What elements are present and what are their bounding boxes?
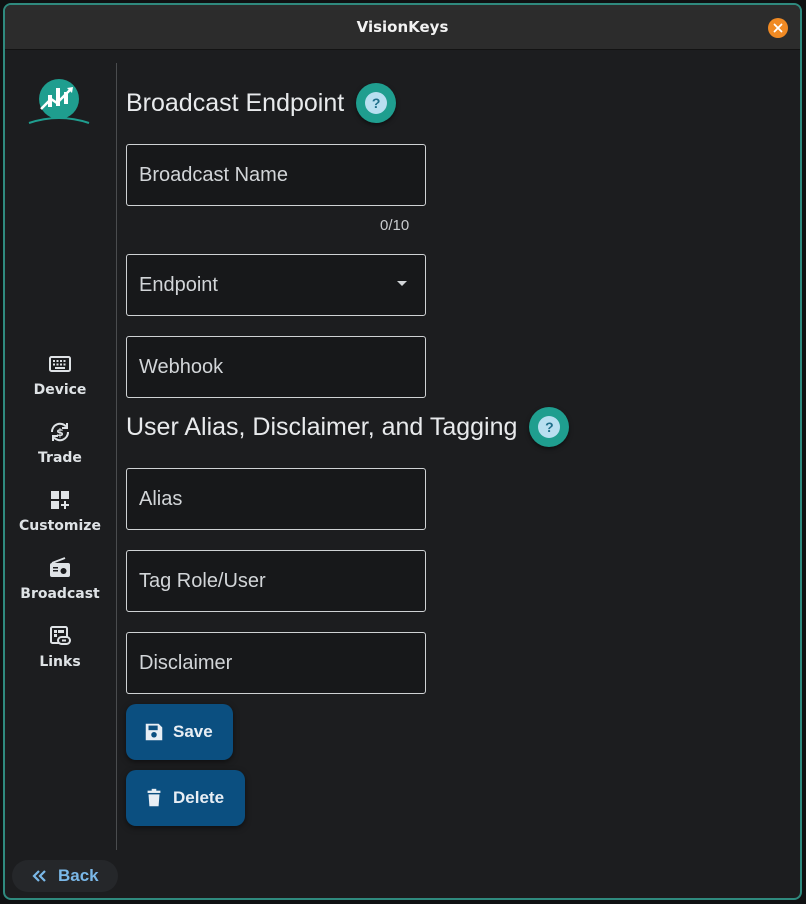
broadcast-section-title: Broadcast Endpoint ? — [126, 83, 397, 123]
disclaimer-field[interactable] — [126, 632, 426, 694]
user-help-button[interactable]: ? — [529, 407, 570, 447]
save-icon — [145, 723, 163, 741]
section-title-text: User Alias, Disclaimer, and Tagging — [126, 412, 518, 441]
title-bar: VisionKeys — [5, 5, 800, 50]
sidebar-item-label: Broadcast — [20, 586, 100, 602]
endpoint-select[interactable] — [126, 254, 426, 316]
webhook-input[interactable] — [139, 355, 425, 379]
alias-field[interactable] — [126, 468, 426, 530]
close-button[interactable] — [768, 18, 788, 38]
sidebar-nav: Device $ Trade Customize Broadcast Links — [5, 349, 115, 689]
save-label: Save — [173, 722, 213, 741]
sidebar-item-label: Device — [33, 382, 87, 398]
dashboard-add-icon — [47, 487, 73, 513]
user-section-title: User Alias, Disclaimer, and Tagging ? — [126, 407, 570, 447]
window-title: VisionKeys — [356, 18, 449, 36]
broadcast-name-input[interactable] — [139, 163, 425, 187]
sidebar-item-label: Trade — [38, 450, 82, 466]
delete-label: Delete — [173, 788, 225, 807]
sidebar-item-customize[interactable]: Customize — [5, 485, 115, 553]
broadcast-help-button[interactable]: ? — [356, 83, 397, 123]
currency-exchange-icon: $ — [47, 419, 73, 445]
back-button[interactable]: Back — [12, 860, 118, 892]
broadcast-name-field[interactable] — [126, 144, 426, 206]
double-chevron-left-icon — [32, 870, 46, 882]
radio-icon — [47, 555, 73, 581]
tag-role-user-field[interactable] — [126, 550, 426, 612]
trash-icon — [147, 788, 161, 807]
help-icon: ? — [538, 416, 561, 438]
sidebar-item-label: Customize — [19, 518, 101, 534]
back-label: Back — [58, 866, 99, 885]
link-card-icon — [47, 623, 73, 649]
sidebar-divider — [116, 63, 117, 850]
tag-role-user-input[interactable] — [139, 569, 425, 593]
section-title-text: Broadcast Endpoint — [126, 88, 345, 117]
sidebar: Device $ Trade Customize Broadcast Links… — [5, 51, 118, 898]
sidebar-item-trade[interactable]: $ Trade — [5, 417, 115, 485]
dropdown-arrow-icon — [397, 281, 407, 286]
alias-input[interactable] — [139, 487, 425, 511]
character-counter: 0/10 — [380, 217, 410, 234]
help-icon: ? — [365, 92, 388, 114]
svg-text:$: $ — [56, 426, 64, 439]
close-icon — [773, 23, 783, 33]
app-window: VisionKeys Device $ Trade Customize Broa… — [3, 3, 802, 900]
disclaimer-input[interactable] — [139, 651, 425, 675]
sidebar-item-links[interactable]: Links — [5, 621, 115, 689]
sidebar-item-label: Links — [39, 654, 81, 670]
sidebar-item-broadcast[interactable]: Broadcast — [5, 553, 115, 621]
delete-button[interactable]: Delete — [126, 770, 245, 826]
visionkeys-logo-icon — [28, 79, 90, 124]
endpoint-input[interactable] — [139, 273, 425, 297]
webhook-field[interactable] — [126, 336, 426, 398]
sidebar-item-device[interactable]: Device — [5, 349, 115, 417]
keyboard-icon — [47, 351, 73, 377]
save-button[interactable]: Save — [126, 704, 233, 760]
